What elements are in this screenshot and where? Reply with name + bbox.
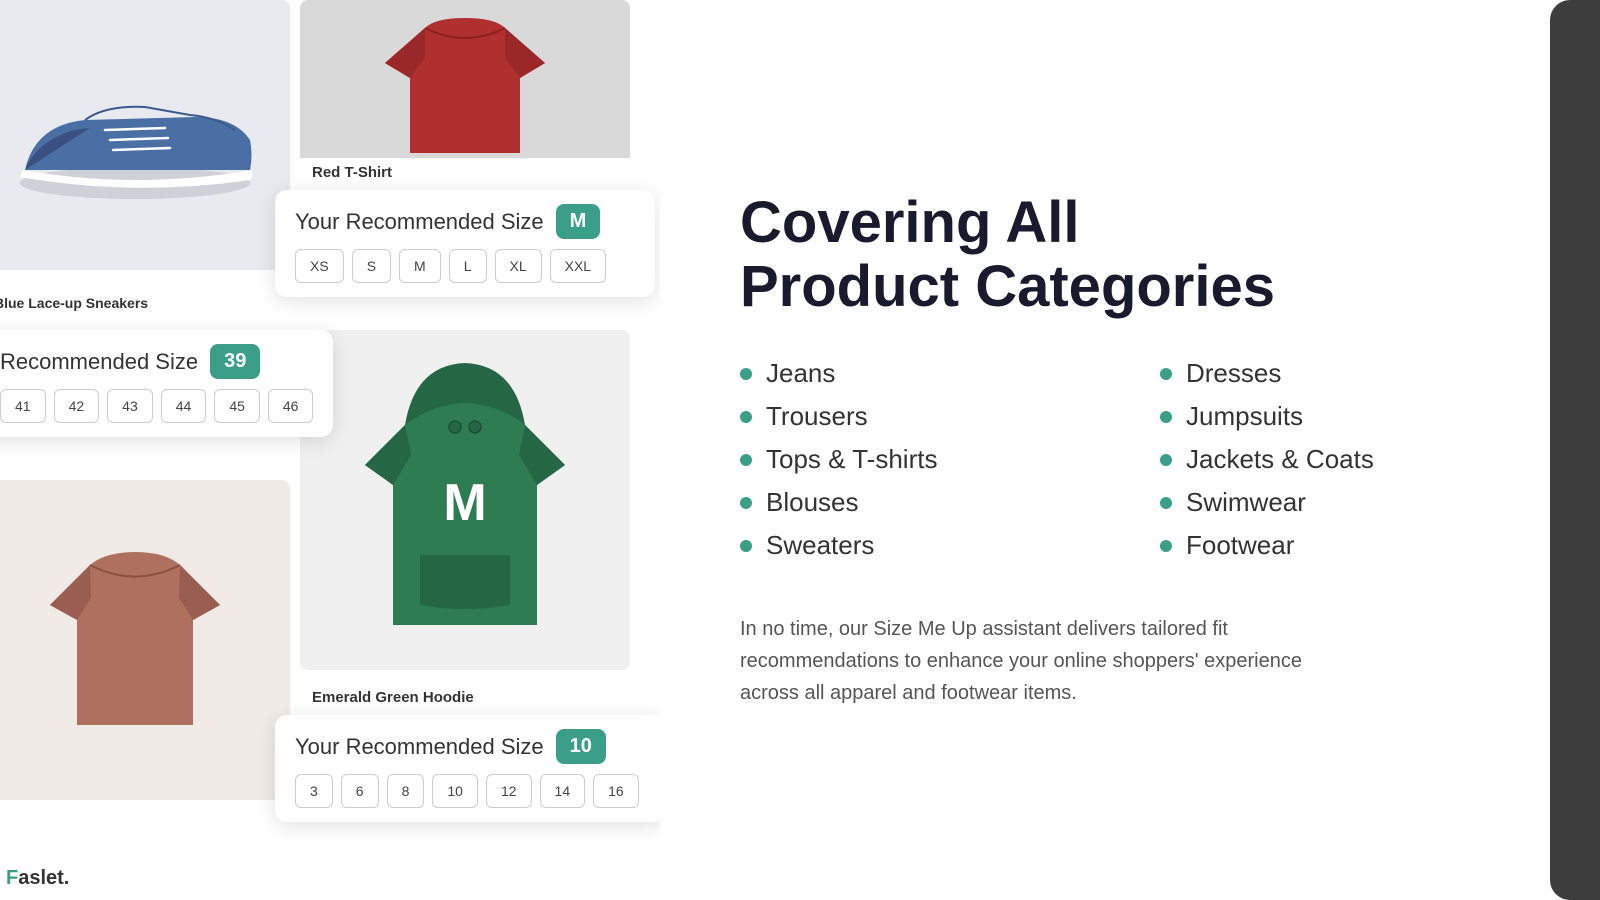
sneaker-size-44[interactable]: 44 <box>161 389 207 423</box>
hoodie-rec-badge: 10 <box>556 729 606 764</box>
left-panel: Blue Lace-up Sneakers Recommended Size 3… <box>0 0 660 900</box>
tshirt-rec-text: Your Recommended Size <box>295 209 544 235</box>
bullet-footwear <box>1160 540 1172 552</box>
hoodie-svg: M <box>355 355 575 645</box>
tshirt-size-xl[interactable]: XL <box>495 249 542 283</box>
tshirt-rec-badge: M <box>556 204 601 239</box>
sneaker-rec-row: Recommended Size 39 <box>0 344 313 379</box>
sneaker-rec-badge: 39 <box>210 344 260 379</box>
sneaker-size-options: 41 42 43 44 45 46 <box>0 389 313 423</box>
tshirt-rec-card: Your Recommended Size M XS S M L XL XXL <box>275 190 655 297</box>
bullet-jumpsuits <box>1160 411 1172 423</box>
categories-grid: Jeans Trousers Tops & T-shirts Blouses S… <box>740 358 1520 573</box>
hoodie-size-6[interactable]: 6 <box>341 774 379 808</box>
tshirt-size-m[interactable]: M <box>399 249 441 283</box>
title-line1: Covering All <box>740 190 1079 255</box>
sneaker-label: Blue Lace-up Sneakers <box>0 290 290 316</box>
hoodie-size-14[interactable]: 14 <box>540 774 586 808</box>
hoodie-card: M <box>300 330 630 670</box>
cat-swimwear: Swimwear <box>1160 487 1520 518</box>
main-heading: Covering All Product Categories <box>740 191 1520 319</box>
sneaker-size-46[interactable]: 46 <box>268 389 314 423</box>
bullet-dresses <box>1160 368 1172 380</box>
tshirt-size-s[interactable]: S <box>352 249 391 283</box>
svg-text:M: M <box>443 474 486 532</box>
cat-dresses: Dresses <box>1160 358 1520 389</box>
sneaker-size-42[interactable]: 42 <box>54 389 100 423</box>
hoodie-size-options: 3 6 8 10 12 14 16 <box>295 774 645 808</box>
title-line2: Product Categories <box>740 254 1275 319</box>
hoodie-rec-card: Your Recommended Size 10 3 6 8 10 12 14 … <box>275 715 660 822</box>
description-text: In no time, our Size Me Up assistant del… <box>740 613 1340 709</box>
dark-side-panel <box>1550 0 1600 900</box>
brown-tshirt-svg <box>35 525 235 755</box>
faslet-logo: Faslet. <box>6 867 69 890</box>
bullet-jackets <box>1160 454 1172 466</box>
sneaker-size-45[interactable]: 45 <box>214 389 260 423</box>
brown-tshirt-image <box>0 480 290 800</box>
tshirt-image <box>300 0 630 175</box>
hoodie-size-12[interactable]: 12 <box>486 774 532 808</box>
tshirt-svg <box>365 8 565 168</box>
bullet-sweaters <box>740 540 752 552</box>
cat-blouses: Blouses <box>740 487 1100 518</box>
categories-col1: Jeans Trousers Tops & T-shirts Blouses S… <box>740 358 1100 573</box>
faslet-logo-f: F <box>6 867 18 889</box>
bullet-tops <box>740 454 752 466</box>
cat-trousers: Trousers <box>740 401 1100 432</box>
bullet-swimwear <box>1160 497 1172 509</box>
tshirt-size-xxl[interactable]: XXL <box>550 249 606 283</box>
cat-jeans: Jeans <box>740 358 1100 389</box>
cat-tops: Tops & T-shirts <box>740 444 1100 475</box>
hoodie-label: Emerald Green Hoodie <box>300 685 630 710</box>
hoodie-image: M <box>300 330 630 670</box>
tshirt-size-l[interactable]: L <box>449 249 487 283</box>
bullet-jeans <box>740 368 752 380</box>
hoodie-size-8[interactable]: 8 <box>387 774 425 808</box>
faslet-logo-text: aslet. <box>18 867 69 889</box>
right-panel: Covering All Product Categories Jeans Tr… <box>660 0 1600 900</box>
hoodie-size-16[interactable]: 16 <box>593 774 639 808</box>
categories-col2: Dresses Jumpsuits Jackets & Coats Swimwe… <box>1160 358 1520 573</box>
sneaker-card <box>0 0 290 270</box>
cat-jackets: Jackets & Coats <box>1160 444 1520 475</box>
sneaker-rec-card: Recommended Size 39 41 42 43 44 45 46 <box>0 330 333 437</box>
tshirt-rec-row: Your Recommended Size M <box>295 204 635 239</box>
hoodie-size-10[interactable]: 10 <box>432 774 478 808</box>
hoodie-rec-row: Your Recommended Size 10 <box>295 729 645 764</box>
cat-sweaters: Sweaters <box>740 530 1100 561</box>
bullet-blouses <box>740 497 752 509</box>
tshirt-label: Red T-Shirt <box>300 158 630 187</box>
cat-jumpsuits: Jumpsuits <box>1160 401 1520 432</box>
tshirt-card <box>300 0 630 175</box>
brown-tshirt-card <box>0 480 290 800</box>
sneaker-size-43[interactable]: 43 <box>107 389 153 423</box>
hoodie-size-3[interactable]: 3 <box>295 774 333 808</box>
tshirt-size-options: XS S M L XL XXL <box>295 249 635 283</box>
sneaker-size-41[interactable]: 41 <box>0 389 46 423</box>
bullet-trousers <box>740 411 752 423</box>
cat-footwear: Footwear <box>1160 530 1520 561</box>
tshirt-size-xs[interactable]: XS <box>295 249 344 283</box>
hoodie-rec-text: Your Recommended Size <box>295 734 544 760</box>
sneaker-svg <box>5 45 265 225</box>
sneaker-rec-text: Recommended Size <box>0 349 198 375</box>
sneaker-image <box>0 0 290 270</box>
